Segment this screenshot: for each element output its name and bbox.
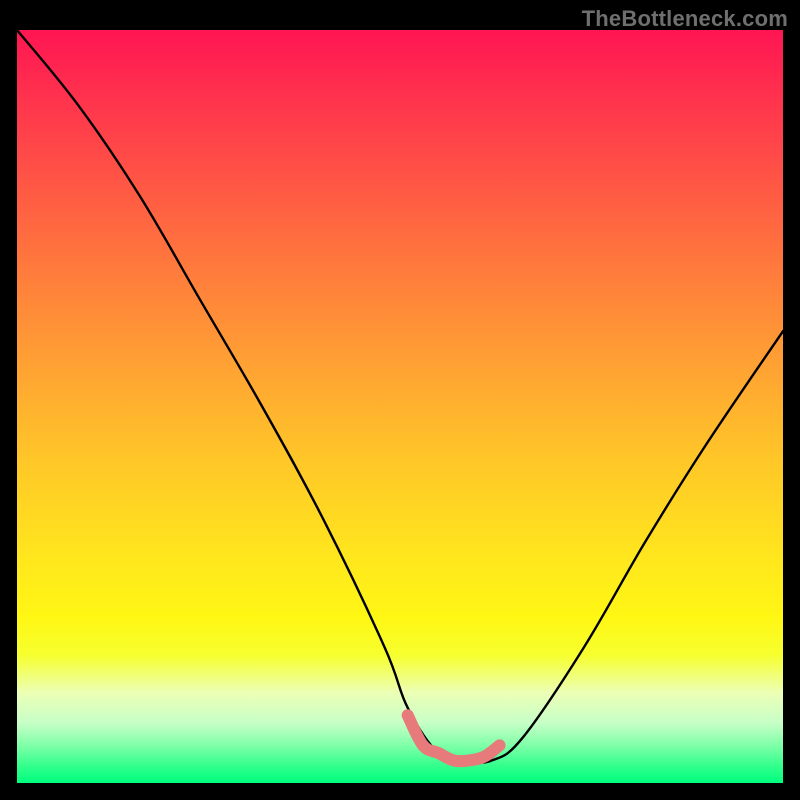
black-curve	[17, 30, 783, 763]
watermark-text: TheBottleneck.com	[582, 6, 788, 32]
chart-container: TheBottleneck.com	[0, 0, 800, 800]
plot-area	[17, 30, 783, 783]
pink-segment	[408, 715, 500, 761]
curves-layer	[17, 30, 783, 783]
